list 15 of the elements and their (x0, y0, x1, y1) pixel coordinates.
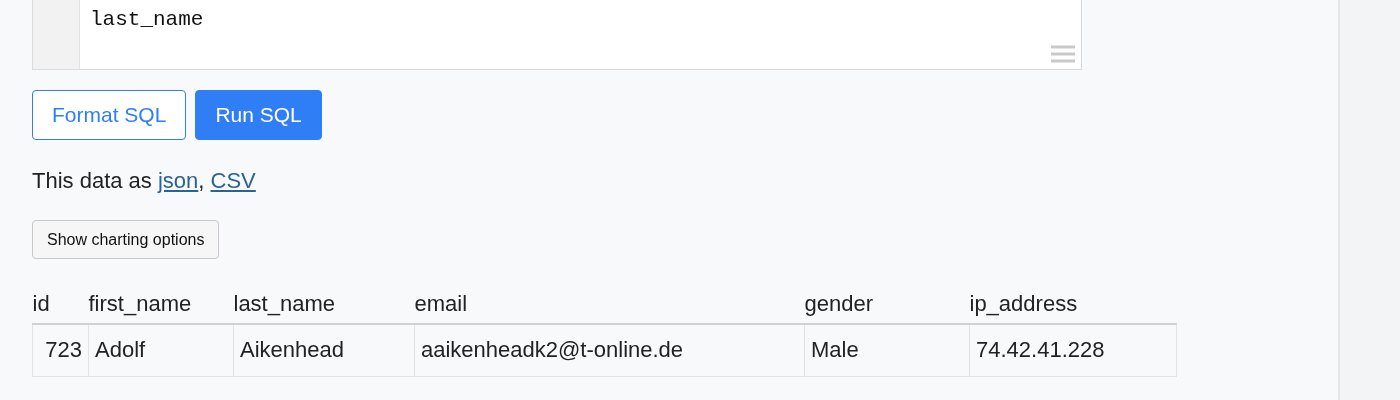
table-cell: aaikenheadk2@t-online.de (414, 324, 805, 377)
export-link[interactable]: CSV (210, 168, 256, 193)
table-cell: 74.42.41.228 (969, 324, 1177, 377)
export-text: This data as json, CSV (32, 168, 256, 194)
charting-options-button[interactable]: Show charting options (32, 220, 220, 259)
table-cell: Adolf (88, 324, 234, 377)
export-link[interactable]: json (157, 168, 199, 193)
code-line: last_name (90, 8, 204, 31)
table-cell: 723 (32, 324, 89, 377)
resize-grip-icon[interactable] (1051, 45, 1075, 63)
sql-editor[interactable]: last_name (32, 0, 1082, 70)
table-cell: Aikenhead (233, 324, 415, 377)
format-button[interactable]: Format SQL (32, 90, 187, 140)
table-cell: Male (804, 324, 970, 377)
run-button[interactable]: Run SQL (195, 90, 322, 140)
